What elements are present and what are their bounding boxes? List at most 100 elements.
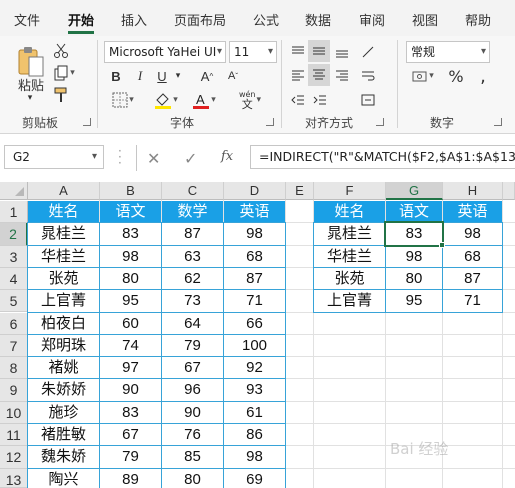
- table-cell[interactable]: 张苑: [314, 268, 385, 289]
- cut-icon[interactable]: [52, 42, 70, 60]
- table-header-cell[interactable]: 英语: [224, 201, 285, 223]
- fill-color-icon[interactable]: ▾: [150, 90, 182, 110]
- table-cell[interactable]: 95: [386, 290, 442, 311]
- table-header-cell[interactable]: 姓名: [314, 201, 385, 223]
- column-header-f[interactable]: F: [314, 182, 386, 200]
- table-cell[interactable]: 63: [162, 246, 223, 267]
- table-cell[interactable]: 92: [224, 357, 285, 378]
- tab-help[interactable]: 帮助: [465, 10, 491, 29]
- decrease-indent-icon[interactable]: [288, 90, 308, 110]
- table-cell[interactable]: 98: [224, 223, 285, 244]
- wrap-text-icon[interactable]: [358, 66, 378, 86]
- borders-icon[interactable]: ▾: [108, 90, 138, 110]
- table-cell[interactable]: 62: [162, 268, 223, 289]
- table-cell[interactable]: 98: [100, 246, 161, 267]
- table-cell[interactable]: 60: [100, 313, 161, 334]
- table-cell[interactable]: 80: [386, 268, 442, 289]
- align-center-icon[interactable]: [308, 64, 330, 86]
- align-right-icon[interactable]: [332, 66, 352, 86]
- shrink-font-button[interactable]: Aˇ: [224, 66, 242, 86]
- table-cell[interactable]: 87: [443, 268, 502, 289]
- column-header-c[interactable]: C: [162, 182, 224, 200]
- table-cell[interactable]: 80: [162, 469, 223, 488]
- table-cell[interactable]: 98: [224, 446, 285, 467]
- table-cell[interactable]: 晁桂兰: [28, 223, 99, 244]
- accounting-format-icon[interactable]: ▾: [408, 66, 438, 86]
- row-header-2[interactable]: 2: [0, 223, 28, 246]
- merge-cells-icon[interactable]: [358, 90, 378, 110]
- row-header-3[interactable]: 3: [0, 245, 28, 268]
- column-header-a[interactable]: A: [28, 182, 100, 200]
- alignment-launcher-icon[interactable]: [376, 118, 384, 126]
- select-all-button[interactable]: [0, 182, 28, 200]
- align-middle-icon[interactable]: [308, 40, 330, 62]
- row-header-13[interactable]: 13: [0, 468, 28, 488]
- tab-data[interactable]: 数据: [305, 10, 331, 29]
- table-cell[interactable]: 74: [100, 335, 161, 356]
- increase-indent-icon[interactable]: [310, 90, 330, 110]
- row-header-9[interactable]: 9: [0, 379, 28, 402]
- row-header-8[interactable]: 8: [0, 357, 28, 380]
- table-cell[interactable]: 晁桂兰: [314, 223, 385, 244]
- table-header-cell[interactable]: 语文: [100, 201, 161, 223]
- row-header-10[interactable]: 10: [0, 401, 28, 424]
- number-format-select[interactable]: 常规 ▾: [406, 41, 490, 63]
- tab-file[interactable]: 文件: [14, 10, 40, 29]
- table-cell[interactable]: 97: [100, 357, 161, 378]
- table-cell[interactable]: 85: [162, 446, 223, 467]
- row-header-6[interactable]: 6: [0, 312, 28, 335]
- tab-formulas[interactable]: 公式: [253, 10, 279, 29]
- column-header-e[interactable]: E: [286, 182, 314, 200]
- align-left-icon[interactable]: [288, 66, 308, 86]
- table-cell[interactable]: 71: [224, 290, 285, 311]
- table-cell[interactable]: 96: [162, 379, 223, 400]
- table-cell[interactable]: 施珍: [28, 402, 99, 423]
- table-cell[interactable]: 褚胜敏: [28, 424, 99, 445]
- phonetic-guide-icon[interactable]: wén 文 ▾: [232, 88, 268, 112]
- grow-font-button[interactable]: A ^: [198, 66, 216, 86]
- insert-function-icon[interactable]: fx: [221, 149, 233, 164]
- chevron-down-icon[interactable]: ▾: [22, 92, 38, 104]
- row-header-4[interactable]: 4: [0, 267, 28, 291]
- fill-handle[interactable]: [439, 241, 445, 248]
- table-cell[interactable]: 90: [162, 402, 223, 423]
- font-launcher-icon[interactable]: [266, 118, 274, 126]
- column-header-d[interactable]: D: [224, 182, 286, 200]
- table-cell[interactable]: 95: [100, 290, 161, 311]
- check-icon[interactable]: ✓: [184, 149, 197, 168]
- align-bottom-icon[interactable]: [332, 42, 352, 62]
- table-cell[interactable]: 100: [224, 335, 285, 356]
- table-cell[interactable]: 98: [443, 223, 502, 244]
- table-cell[interactable]: 66: [224, 313, 285, 334]
- comma-style-button[interactable]: ,: [474, 66, 492, 87]
- row-header-11[interactable]: 11: [0, 424, 28, 447]
- table-header-cell[interactable]: 英语: [443, 201, 502, 223]
- row-header-5[interactable]: 5: [0, 290, 28, 313]
- table-header-cell[interactable]: 数学: [162, 201, 223, 223]
- chevron-down-icon[interactable]: ▾: [172, 66, 184, 86]
- tab-home[interactable]: 开始: [68, 10, 94, 29]
- percent-style-button[interactable]: %: [446, 66, 466, 86]
- more-options-icon[interactable]: · · ·: [118, 145, 122, 169]
- chevron-down-icon[interactable]: ▾: [92, 151, 97, 162]
- table-cell[interactable]: 魏朱娇: [28, 446, 99, 467]
- row-header-1[interactable]: 1: [0, 201, 28, 224]
- name-box[interactable]: G2: [4, 145, 104, 169]
- table-cell[interactable]: 76: [162, 424, 223, 445]
- copy-icon[interactable]: ▾: [52, 64, 76, 82]
- table-cell[interactable]: 90: [100, 379, 161, 400]
- bold-button[interactable]: B: [108, 66, 124, 86]
- table-cell[interactable]: 张苑: [28, 268, 99, 289]
- table-cell[interactable]: 64: [162, 313, 223, 334]
- cancel-icon[interactable]: ✕: [147, 149, 160, 168]
- column-header-h[interactable]: H: [443, 182, 503, 200]
- table-cell[interactable]: 71: [443, 290, 502, 311]
- table-cell[interactable]: 89: [100, 469, 161, 488]
- paste-button-label[interactable]: 粘贴: [14, 76, 48, 94]
- formula-input[interactable]: =INDIRECT("R"&MATCH($F2,$A$1:$A$13,0): [250, 145, 515, 169]
- worksheet-grid[interactable]: ABCDEFGH 1 2 3 4 5 6 7 8 9 10 11 12 13 姓名 语文 数学 英语 晁桂兰 83…: [0, 182, 515, 488]
- clipboard-launcher-icon[interactable]: [83, 118, 91, 126]
- table-cell[interactable]: 83: [100, 402, 161, 423]
- table-cell[interactable]: 68: [224, 246, 285, 267]
- table-cell[interactable]: 86: [224, 424, 285, 445]
